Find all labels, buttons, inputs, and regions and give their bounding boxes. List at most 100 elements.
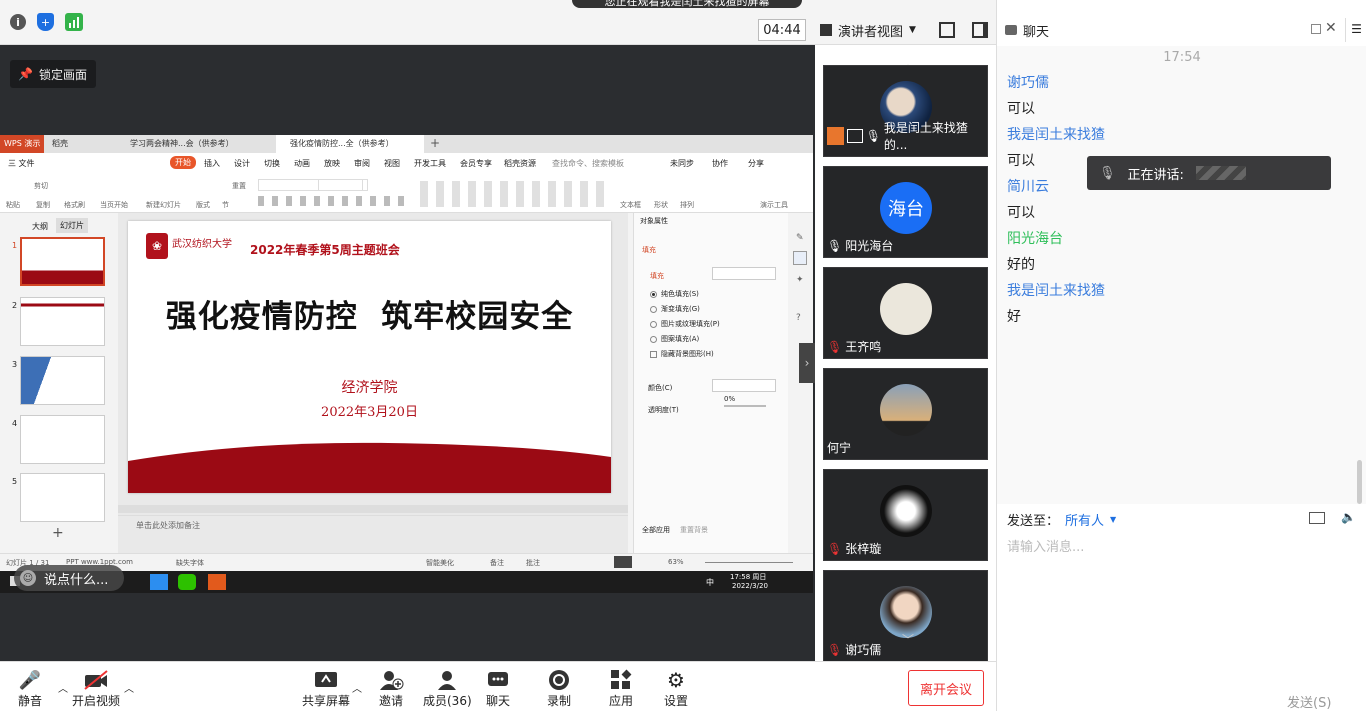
add-tab-icon[interactable]: + [430,136,440,150]
lock-view-button[interactable]: 📌 锁定画面 [10,60,96,88]
zoom-slider[interactable] [705,562,793,563]
tab-doc-2-active[interactable]: 强化疫情防控...全（供参考） [276,135,424,153]
tab-slides[interactable]: 幻灯片 [56,218,88,233]
ribbon-arrange[interactable]: 排列 [680,200,694,210]
message-input[interactable]: 请输入消息... [1007,536,1357,676]
beautify-button[interactable]: 智能美化 [426,558,454,568]
close-icon[interactable]: ✕ [1325,20,1337,36]
tab-outline[interactable]: 大纲 [32,221,48,232]
view-mode-dropdown[interactable]: 演讲者视图 ▼ [820,19,925,41]
fill-option-gradient[interactable]: 渐变填充(G) [650,304,700,314]
menu-transition[interactable]: 切换 [264,158,280,169]
notes-toggle-button[interactable]: 备注 [490,558,504,568]
font-format-buttons[interactable] [258,196,408,206]
participant-tile[interactable]: 🎙 我是闰土来找猹的... [823,65,988,157]
toolstrip-icon[interactable]: ✎ [796,233,804,243]
menu-home[interactable]: 开始 [170,156,196,169]
fill-option-solid[interactable]: 纯色填充(S) [650,289,699,299]
tab-doc-1[interactable]: 学习两会精神...会（供参考） [130,138,270,149]
leave-meeting-button[interactable]: 离开会议 [908,670,984,706]
ribbon-cut[interactable]: 剪切 [34,181,48,191]
ribbon-paste[interactable]: 粘贴 [6,200,20,210]
participant-tile[interactable]: 🎙 张梓璇 [823,469,988,561]
current-slide[interactable]: ❀ 武汉纺织大学 2022年春季第5周主题班会 强化疫情防控 筑牢校园安全 经济… [128,221,611,493]
font-size-select[interactable] [318,179,368,191]
toolstrip-icon[interactable]: ✦ [796,275,804,285]
play-slideshow-icon[interactable] [614,556,632,568]
ribbon-format-painter[interactable]: 格式刷 [64,200,85,210]
fill-type-select[interactable] [712,267,776,280]
fill-option-pattern[interactable]: 图案填充(A) [650,334,699,344]
signal-icon[interactable] [65,13,83,31]
chevron-up-icon[interactable]: ︿ [352,680,362,695]
scroll-down-icon[interactable]: ﹀ [902,631,914,648]
message-sender[interactable]: 我是闰土来找猹 [1007,124,1105,144]
menu-icon[interactable]: ☰ [1345,18,1366,42]
shield-icon[interactable]: + [37,13,54,31]
send-button[interactable]: 发送(S) [1287,692,1331,711]
taskbar-app-icon[interactable] [150,574,168,590]
chevron-up-icon[interactable]: ︿ [124,680,134,695]
message-sender[interactable]: 谢巧儒 [1007,72,1049,92]
menu-view[interactable]: 视图 [384,158,400,169]
folder-icon[interactable] [1309,512,1325,524]
tab-docer[interactable]: 稻壳 [52,138,122,149]
paragraph-buttons[interactable] [420,181,610,207]
ribbon-section[interactable]: 节 [222,200,229,210]
participant-tile[interactable]: 🎙 王齐鸣 [823,267,988,359]
menu-share[interactable]: 分享 [748,158,764,169]
chevron-up-icon[interactable]: ︿ [58,680,68,695]
ribbon-new-slide[interactable]: 新建幻灯片 [146,200,181,210]
chat-button[interactable]: 聊天 [486,668,510,709]
menu-animation[interactable]: 动画 [294,158,310,169]
add-slide-icon[interactable]: + [52,525,64,541]
menu-member[interactable]: 会员专享 [460,158,492,169]
properties-toggle-icon[interactable] [793,251,807,265]
participant-tile[interactable]: ﹀ 🎙 谢巧儒 [823,570,988,662]
transparency-slider[interactable] [724,405,766,407]
start-video-button[interactable]: 开启视频 [72,668,120,709]
ribbon-textbox[interactable]: 文本框 [620,200,641,210]
slide-thumb-2[interactable] [20,297,105,346]
message-sender[interactable]: 简川云 [1007,176,1049,196]
mute-button[interactable]: 🎤 静音 [18,668,42,709]
slide-thumb-3[interactable] [20,356,105,405]
ribbon-present-tools[interactable]: 演示工具 [760,200,788,210]
ribbon-shape[interactable]: 形状 [654,200,668,210]
wechat-icon[interactable] [178,574,196,590]
wps-app-tab[interactable]: WPS 演示 [0,135,44,153]
sidebar-toggle-icon[interactable] [972,22,988,38]
slide-thumb-4[interactable] [20,415,105,464]
chevron-down-icon[interactable]: ▼ [1110,515,1116,524]
hide-bg-checkbox[interactable]: 隐藏背景图形(H) [650,349,714,359]
props-fill-tab[interactable]: 填充 [642,245,656,255]
slide-thumb-5[interactable] [20,473,105,522]
menu-design[interactable]: 设计 [234,158,250,169]
menu-sync[interactable]: 未同步 [670,158,694,169]
share-screen-button[interactable]: 共享屏幕 [302,668,350,709]
comments-button[interactable]: 批注 [526,558,540,568]
ribbon-play-current[interactable]: 当页开始 [100,200,128,210]
color-select[interactable] [712,379,776,392]
menu-slideshow[interactable]: 放映 [324,158,340,169]
menu-docer-res[interactable]: 稻壳资源 [504,158,536,169]
menu-insert[interactable]: 插入 [204,158,220,169]
ribbon-reset[interactable]: 重置 [232,181,246,191]
menu-collab[interactable]: 协作 [712,158,728,169]
collapse-panel-handle[interactable]: › [799,343,815,383]
ribbon-copy[interactable]: 复制 [36,200,50,210]
horizontal-scrollbar[interactable] [118,505,628,513]
slide-thumb-1[interactable] [20,237,105,286]
info-icon[interactable]: i [10,14,26,30]
menu-review[interactable]: 审阅 [354,158,370,169]
chat-scrollbar[interactable] [1357,460,1362,504]
message-sender[interactable]: 我是闰土来找猹 [1007,280,1105,300]
fullscreen-icon[interactable] [939,22,955,38]
menu-search[interactable]: 查找命令、搜索模板 [552,158,624,169]
participant-tile[interactable]: 海台 🎙 阳光海台 [823,166,988,258]
invite-button[interactable]: 邀请 [378,668,404,709]
record-button[interactable]: 录制 [547,668,571,709]
apps-button[interactable]: 应用 [609,668,633,709]
apply-all-button[interactable]: 全部应用 [642,525,670,535]
notes-area[interactable]: 单击此处添加备注 [118,515,628,533]
